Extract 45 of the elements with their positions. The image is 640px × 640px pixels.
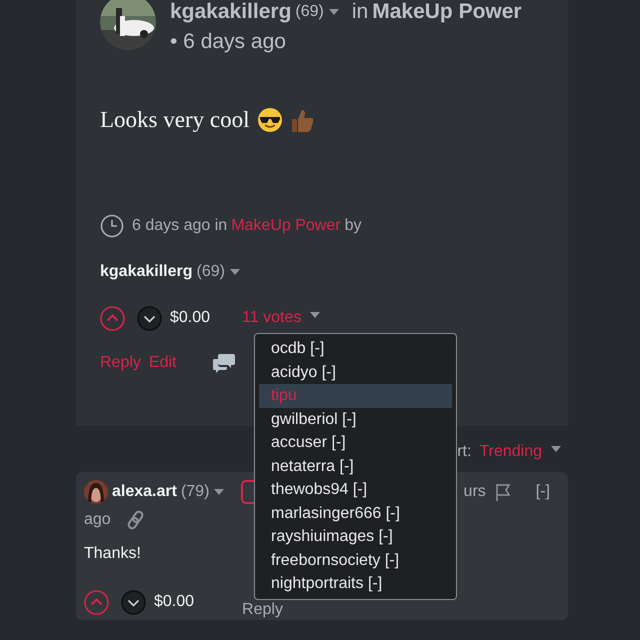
comments-icon [212, 352, 236, 374]
timestamp-text: ago [84, 510, 111, 530]
timestamp-text: 6 days ago in [132, 216, 228, 236]
downvote-icon [137, 306, 162, 330]
comment-text: Looks very cool [100, 106, 250, 134]
community-link[interactable]: MakeUp Power [372, 0, 522, 28]
clock-icon [100, 214, 124, 238]
post-time: • 6 days ago [170, 28, 287, 54]
caret-icon [213, 488, 226, 496]
caret-icon [228, 268, 241, 276]
payout-amount: $0.00 [154, 592, 194, 612]
menu-item[interactable]: thewobs94 [-] [259, 478, 452, 502]
thumbs-up-icon [291, 107, 316, 134]
menu-item[interactable]: marlasinger666 [-] [259, 502, 452, 525]
menu-item[interactable]: nightportraits [-] [259, 572, 452, 596]
caret-icon [309, 311, 322, 319]
menu-item[interactable]: freebornsociety [-] [259, 548, 452, 572]
menu-item[interactable]: ocdb [-] [259, 337, 452, 360]
flag-icon [494, 482, 512, 502]
reputation-score: (79) [180, 482, 210, 502]
by-text: by [344, 216, 362, 236]
author-link[interactable]: kgakakillerg [100, 260, 192, 284]
author-link[interactable]: alexa.art [112, 480, 177, 504]
upvote-icon [100, 306, 125, 330]
sunglasses-face-icon [257, 107, 284, 134]
caret-icon [550, 445, 562, 453]
link-icon [126, 510, 145, 530]
upvote-icon [84, 590, 109, 614]
author-link[interactable]: kgakakillerg [170, 0, 292, 28]
menu-item[interactable]: accuser [-] [259, 431, 452, 454]
downvote-icon [121, 590, 146, 614]
timestamp-text: urs [464, 482, 486, 502]
menu-item[interactable]: acidyo [-] [259, 360, 452, 384]
reputation-score: (69) [295, 2, 324, 22]
reputation-score: (69) [196, 262, 225, 282]
menu-item[interactable]: netaterra [-] [259, 454, 452, 478]
caret-icon [328, 8, 340, 16]
community-prefix: in [352, 0, 368, 25]
comment-text: Thanks! [84, 544, 141, 564]
menu-item[interactable]: rayshiuimages [-] [259, 525, 452, 548]
collapse-link[interactable]: [-] [536, 480, 550, 504]
sort-label: rt: [457, 442, 472, 462]
menu-item[interactable]: gwilberiol [-] [259, 408, 452, 431]
payout-amount: $0.00 [170, 308, 210, 328]
reply-link[interactable]: Reply [242, 598, 283, 622]
